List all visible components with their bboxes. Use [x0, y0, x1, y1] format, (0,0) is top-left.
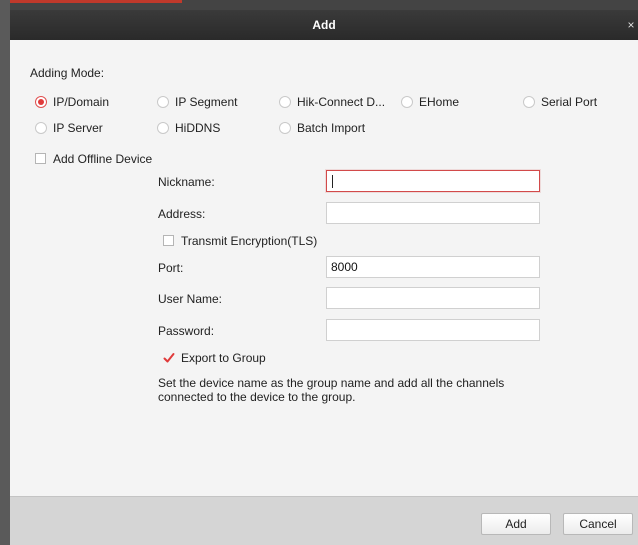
radio-hik-connect[interactable] — [279, 96, 291, 108]
text-caret — [332, 175, 333, 189]
add-device-dialog: Add × Adding Mode: IP/Domain IP Segment … — [10, 0, 638, 545]
nickname-label: Nickname: — [158, 175, 215, 189]
radio-label-ip-domain: IP/Domain — [53, 95, 110, 109]
dialog-title: Add — [312, 18, 336, 32]
password-label: Password: — [158, 324, 215, 338]
radio-label-hik-connect: Hik-Connect D... — [297, 95, 386, 109]
tls-checkbox[interactable] — [163, 235, 174, 246]
port-input[interactable]: 8000 — [326, 256, 540, 278]
radio-batch-import[interactable] — [279, 122, 291, 134]
checkmark-icon — [163, 353, 175, 363]
address-label: Address: — [158, 207, 206, 221]
export-group-description: Set the device name as the group name an… — [158, 376, 505, 404]
cancel-button[interactable]: Cancel — [563, 513, 633, 535]
export-group-checkbox[interactable] — [163, 352, 175, 363]
radio-label-serial-port: Serial Port — [541, 95, 598, 109]
tls-label: Transmit Encryption(TLS) — [181, 234, 318, 248]
password-input[interactable] — [326, 319, 540, 341]
radio-hiddns[interactable] — [157, 122, 169, 134]
radio-label-ehome: EHome — [419, 95, 460, 109]
radio-ip-segment[interactable] — [157, 96, 169, 108]
add-offline-label: Add Offline Device — [53, 152, 153, 166]
top-accent-bar — [10, 0, 182, 3]
title-bar: Add × — [10, 10, 638, 40]
port-label: Port: — [158, 261, 184, 275]
radio-ehome[interactable] — [401, 96, 413, 108]
username-input[interactable] — [326, 287, 540, 309]
username-label: User Name: — [158, 292, 223, 306]
adding-mode-label: Adding Mode: — [30, 66, 105, 80]
radio-serial-port[interactable] — [523, 96, 535, 108]
address-input[interactable] — [326, 202, 540, 224]
close-icon[interactable]: × — [624, 10, 638, 40]
radio-ip-server[interactable] — [35, 122, 47, 134]
radio-label-batch-import: Batch Import — [297, 121, 366, 135]
nickname-input[interactable] — [326, 170, 540, 192]
radio-label-ip-server: IP Server — [53, 121, 103, 135]
radio-label-hiddns: HiDDNS — [175, 121, 221, 135]
radio-label-ip-segment: IP Segment — [175, 95, 238, 109]
export-group-label: Export to Group — [181, 351, 266, 365]
add-button[interactable]: Add — [481, 513, 551, 535]
top-strip — [10, 0, 638, 10]
dialog-footer: Add Cancel — [10, 496, 638, 545]
radio-ip-domain[interactable] — [35, 96, 47, 108]
add-offline-checkbox[interactable] — [35, 153, 46, 164]
